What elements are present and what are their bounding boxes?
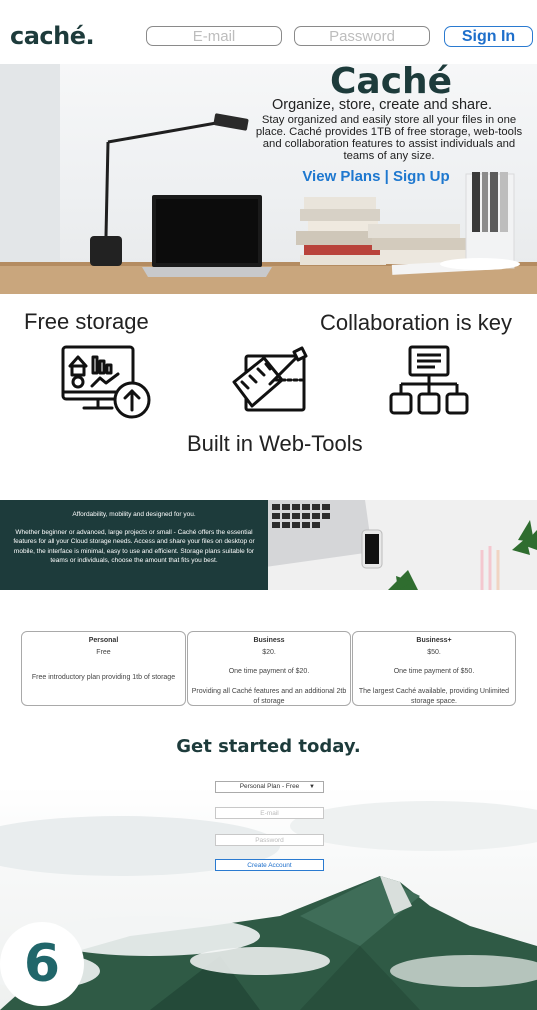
hero-title: Caché	[330, 61, 453, 102]
create-account-button[interactable]: Create Account	[215, 859, 324, 871]
hero-description: Stay organized and easily store all your…	[255, 114, 523, 162]
link-separator: |	[380, 168, 393, 185]
plan-select[interactable]: Personal Plan - Free ▼	[215, 781, 324, 793]
info-band: Affordability, mobility and designed for…	[0, 500, 268, 590]
plan-price: $20.	[262, 649, 276, 656]
plan-select-value: Personal Plan - Free	[239, 783, 300, 790]
plan-price: $50.	[427, 649, 441, 656]
plan-card-business-plus[interactable]: Business+ $50. One time payment of $50. …	[352, 631, 516, 706]
hero-links: View Plans | Sign Up	[296, 168, 456, 185]
plan-description: Providing all Caché features and an addi…	[191, 688, 347, 705]
step-number-badge: 6	[0, 922, 84, 1006]
email-field[interactable]	[146, 26, 282, 46]
design-tools-icon	[232, 344, 312, 425]
plan-name: Business	[253, 637, 285, 644]
sign-up-link[interactable]: Sign Up	[393, 168, 450, 185]
plan-card-business[interactable]: Business $20. One time payment of $20. P…	[187, 631, 351, 706]
feature-free-storage: Free storage	[24, 309, 149, 334]
password-field[interactable]	[294, 26, 430, 46]
signup-password-field[interactable]	[215, 834, 324, 846]
signup-email-field[interactable]	[215, 807, 324, 819]
sign-in-button[interactable]: Sign In	[444, 26, 533, 47]
feature-collaboration: Collaboration is key	[320, 310, 512, 335]
desk-photo	[268, 500, 537, 590]
plan-payment: One time payment of $50.	[393, 668, 475, 675]
band-text: Whether beginner or advanced, large proj…	[13, 528, 255, 565]
hero-tagline: Organize, store, create and share.	[271, 97, 493, 113]
storage-upload-icon	[60, 344, 156, 425]
organization-chart-icon	[388, 344, 470, 423]
plan-payment: One time payment of $20.	[228, 668, 310, 675]
plan-name: Business+	[416, 637, 452, 644]
logo[interactable]: caché.	[10, 22, 95, 50]
plan-card-personal[interactable]: Personal Free Free introductory plan pro…	[21, 631, 186, 706]
get-started-title: Get started today.	[176, 736, 361, 757]
view-plans-link[interactable]: View Plans	[302, 168, 380, 185]
chevron-down-icon: ▼	[309, 784, 315, 790]
plan-name: Personal	[88, 637, 119, 644]
feature-web-tools: Built in Web-Tools	[187, 431, 363, 456]
plan-description: The largest Caché available, providing U…	[358, 688, 510, 705]
band-heading: Affordability, mobility and designed for…	[72, 511, 196, 518]
plan-price: Free	[96, 649, 111, 656]
plan-description: Free introductory plan providing 1tb of …	[31, 674, 176, 681]
